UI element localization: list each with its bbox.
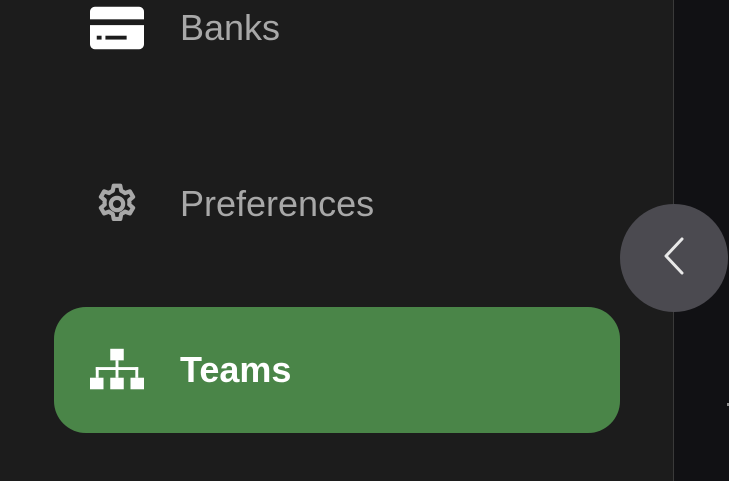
sidebar-item-label: Teams [180,349,292,390]
sidebar-item-banks[interactable]: Banks [54,0,620,91]
collapse-sidebar-button[interactable] [620,204,728,312]
gear-icon [90,177,144,231]
sidebar-item-teams[interactable]: Teams [54,307,620,433]
sidebar: Banks Preferences Teams [0,0,673,481]
credit-card-icon [90,1,144,55]
sidebar-item-label: Banks [180,7,281,48]
chevron-left-icon [661,236,687,281]
sidebar-item-label: Preferences [180,183,375,224]
org-chart-icon [90,343,144,397]
sidebar-item-preferences[interactable]: Preferences [54,141,620,267]
